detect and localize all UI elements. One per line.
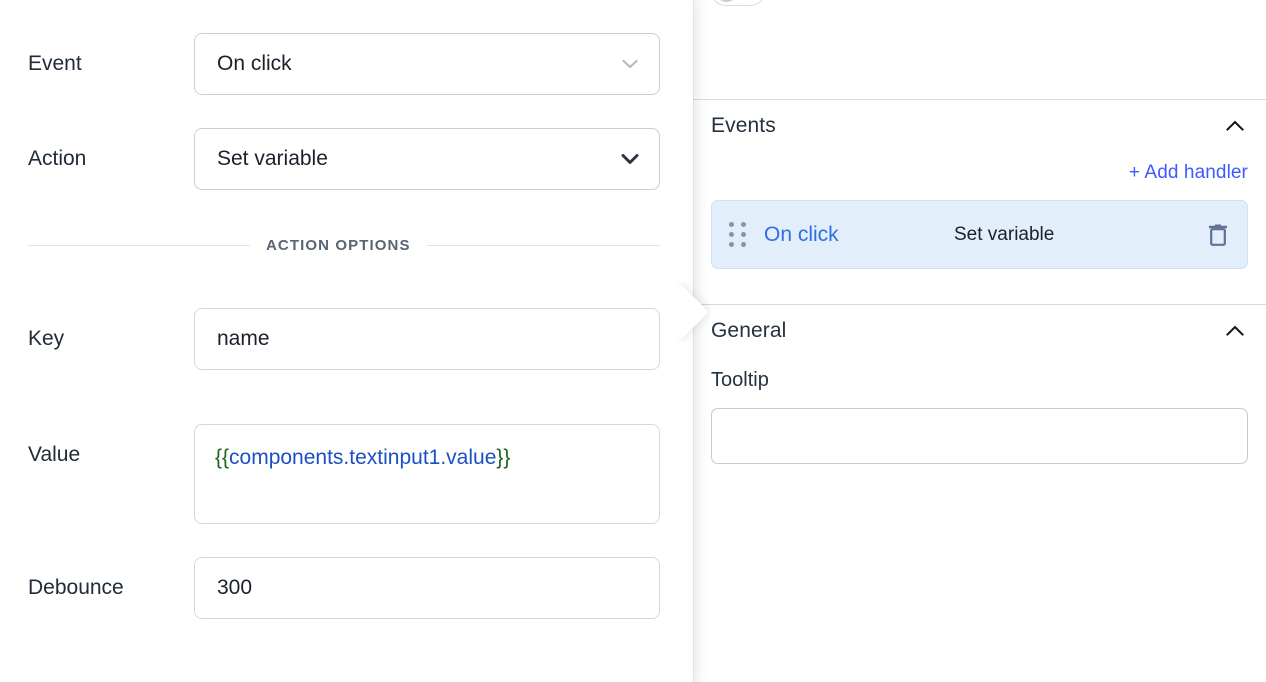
value-field-control: {{components.textinput1.value}} [194, 424, 660, 524]
toggle-knob [715, 0, 738, 2]
add-handler-button[interactable]: + Add handler [1129, 162, 1248, 184]
visibility-toggle[interactable] [710, 0, 766, 6]
event-field-control: On click [194, 33, 660, 95]
debounce-field-label: Debounce [28, 557, 194, 598]
chevron-down-icon [619, 53, 641, 75]
action-field-label: Action [28, 128, 194, 169]
chevron-down-icon [619, 148, 641, 170]
code-expression: components.textinput1.value [229, 446, 496, 469]
debounce-field-row: Debounce [0, 557, 693, 619]
divider-line-left [28, 245, 250, 246]
event-select[interactable]: On click [194, 33, 660, 95]
key-field-control [194, 308, 660, 370]
tooltip-input[interactable] [711, 408, 1248, 464]
code-open-brace: {{ [215, 446, 229, 469]
debounce-input[interactable] [194, 557, 660, 619]
general-section-header[interactable]: General [693, 305, 1266, 357]
event-handler-list: On click Set variable [693, 200, 1266, 269]
events-section-header[interactable]: Events [693, 100, 1266, 152]
event-field-label: Event [28, 33, 194, 74]
tooltip-label: Tooltip [711, 369, 1248, 392]
add-handler-row: + Add handler [693, 162, 1266, 184]
key-field-row: Key [0, 308, 693, 370]
debounce-field-control [194, 557, 660, 619]
value-field-row: Value {{components.textinput1.value}} [0, 424, 693, 524]
value-field-label: Value [28, 424, 194, 465]
divider-line-right [427, 245, 660, 246]
key-input[interactable] [194, 308, 660, 370]
action-field-row: Action Set variable [0, 128, 693, 190]
event-select-value: On click [217, 52, 292, 76]
chevron-up-icon[interactable] [1222, 113, 1248, 139]
action-options-label: ACTION OPTIONS [266, 237, 411, 254]
key-field-label: Key [28, 308, 194, 349]
action-field-control: Set variable [194, 128, 660, 190]
inspector-top-strip [693, 0, 1266, 100]
value-code-editor[interactable]: {{components.textinput1.value}} [194, 424, 660, 524]
action-select-value: Set variable [217, 147, 328, 171]
event-handler-action-name: Set variable [954, 224, 1205, 246]
general-section-body: Tooltip [693, 369, 1266, 464]
events-section-title: Events [711, 114, 776, 138]
event-handler-row[interactable]: On click Set variable [711, 200, 1248, 269]
event-field-row: Event On click [0, 33, 693, 95]
app-root: Events + Add handler On click Set variab… [0, 0, 1266, 682]
chevron-up-icon[interactable] [1222, 318, 1248, 344]
popover-content: Event On click Action [0, 0, 693, 682]
code-close-brace: }} [496, 446, 510, 469]
inspector-sidebar: Events + Add handler On click Set variab… [693, 0, 1266, 682]
action-options-divider: ACTION OPTIONS [0, 237, 693, 254]
action-select[interactable]: Set variable [194, 128, 660, 190]
drag-handle-icon[interactable] [726, 222, 748, 248]
general-section-title: General [711, 319, 786, 343]
action-editor-popover: Event On click Action [0, 0, 693, 682]
trash-icon[interactable] [1205, 220, 1231, 250]
event-handler-event-name[interactable]: On click [764, 223, 954, 247]
